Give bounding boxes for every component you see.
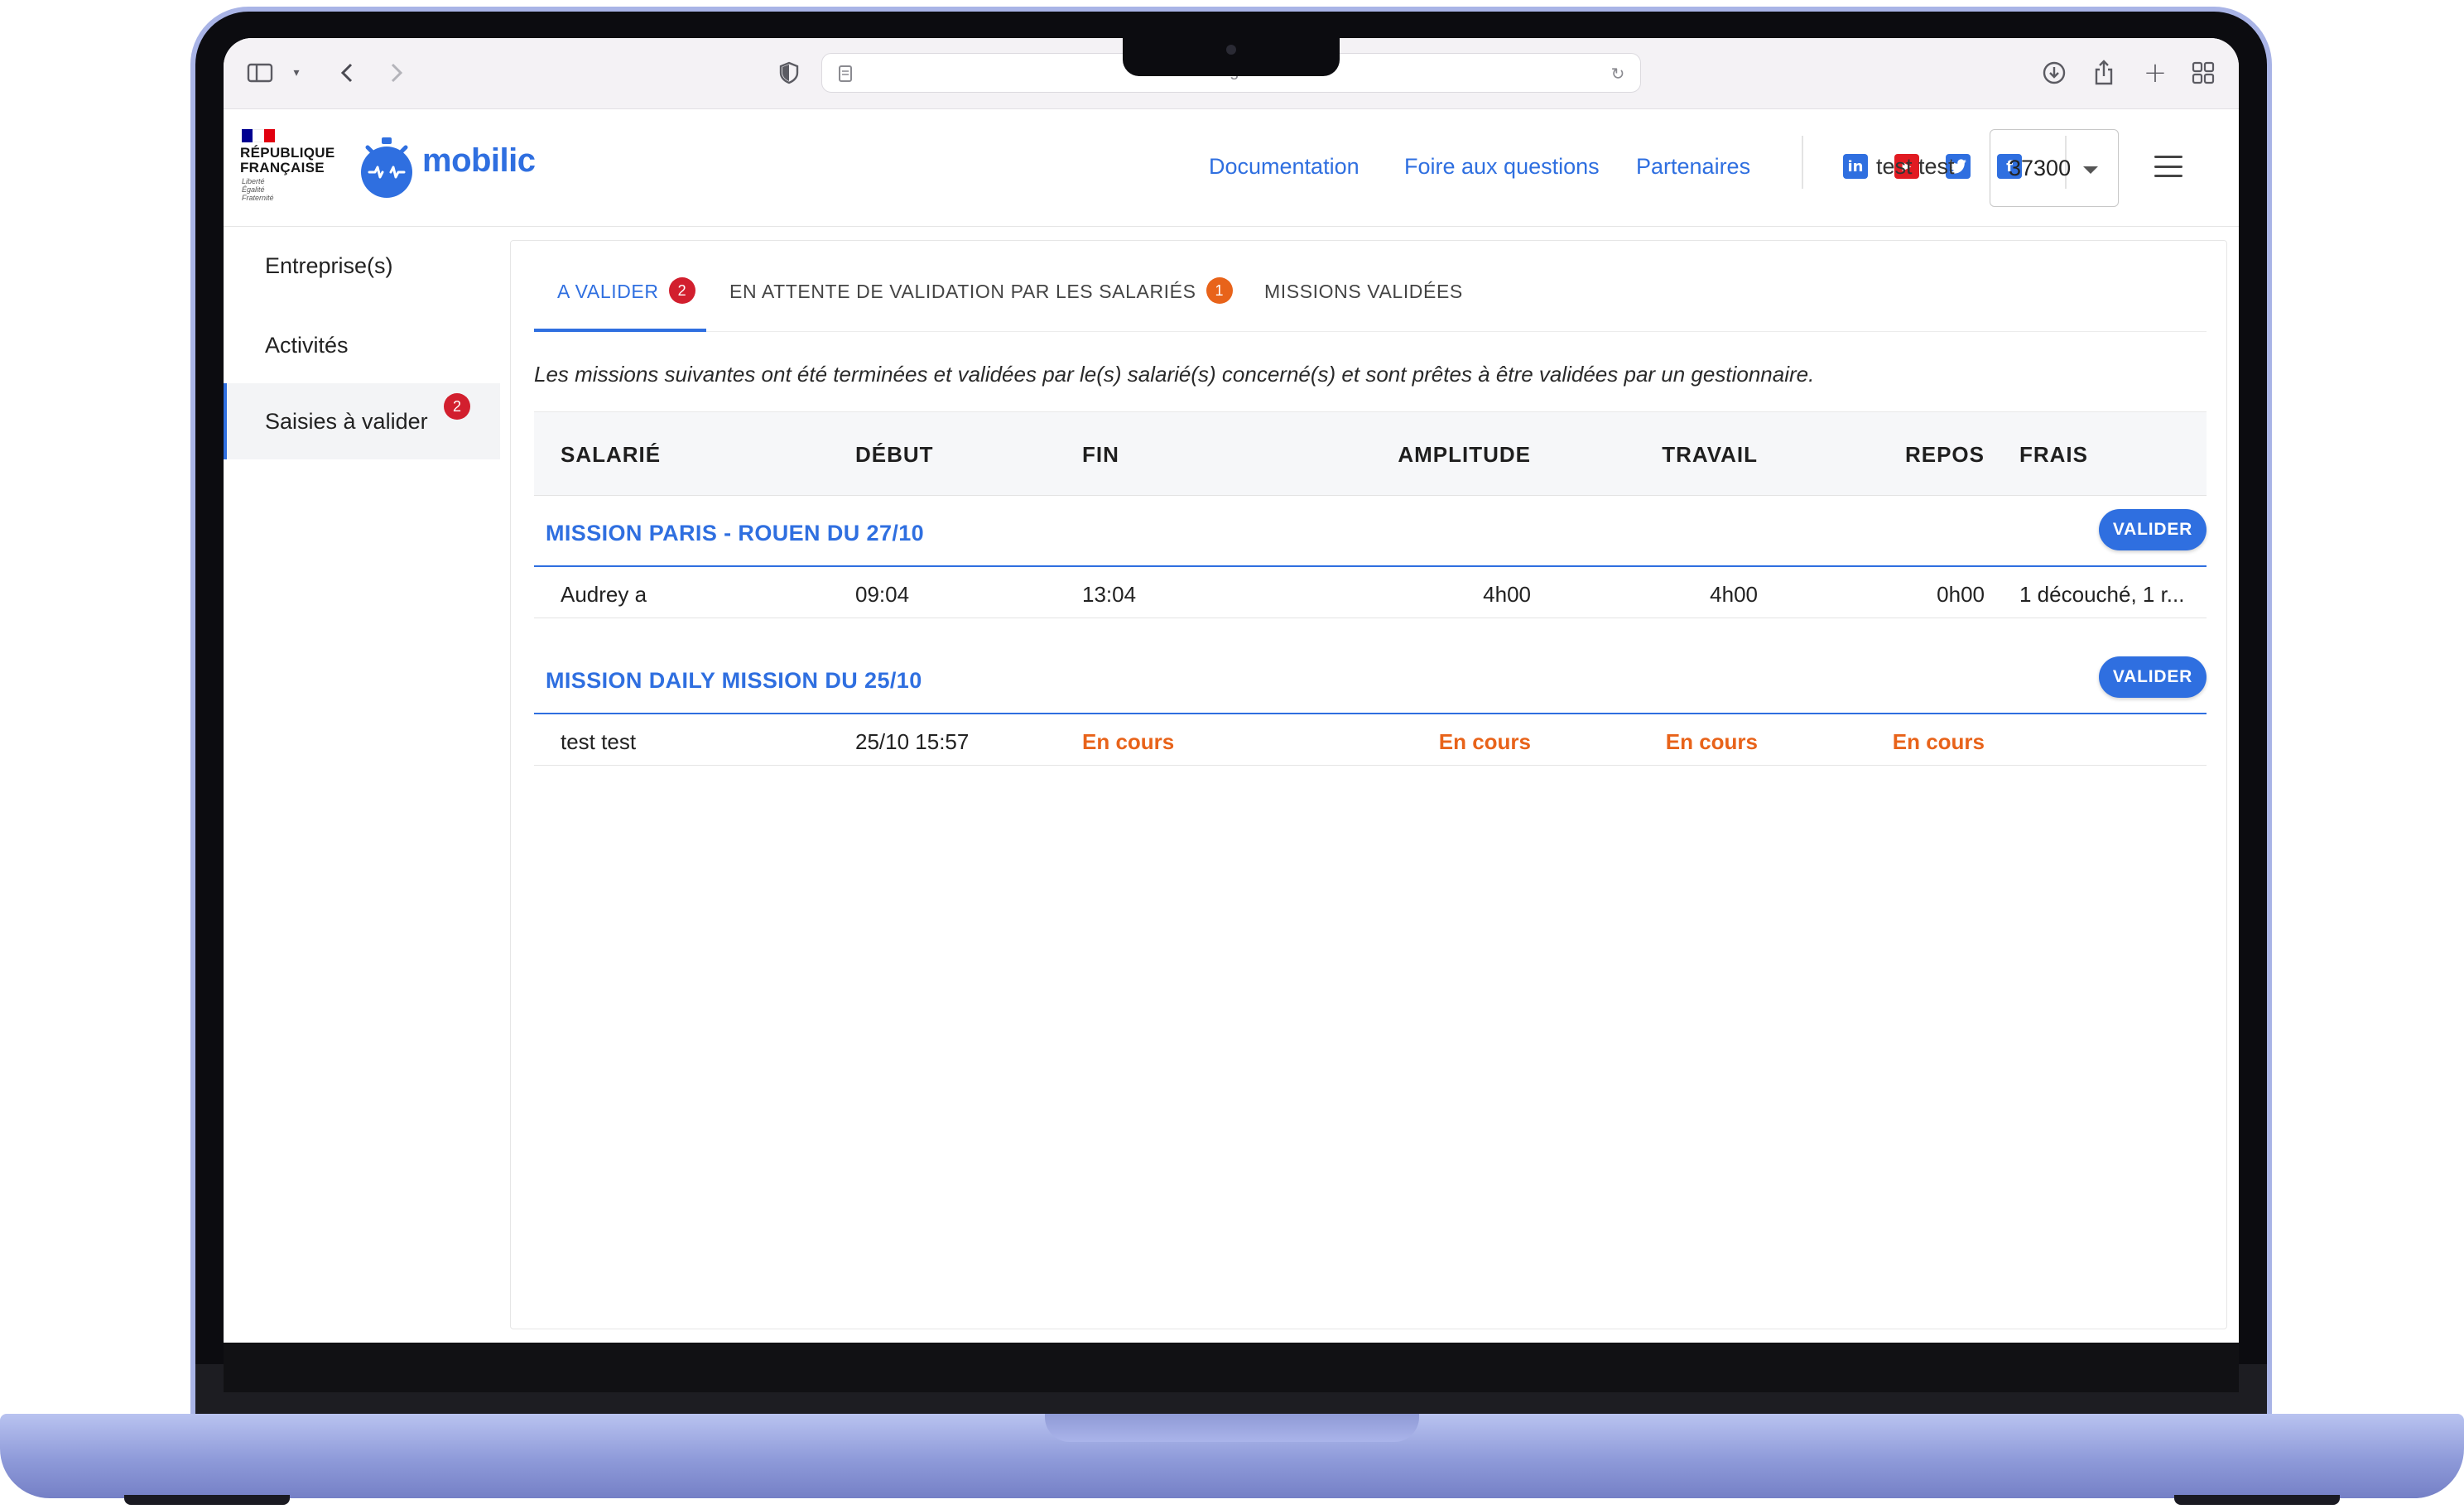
forward-icon[interactable] [384, 56, 409, 89]
sidebar-item-saisies-a-valider[interactable]: Saisies à valider 2 [224, 383, 500, 459]
republique-francaise-logo[interactable]: RÉPUBLIQUE FRANÇAISE [240, 146, 334, 175]
divider [1802, 136, 1803, 189]
app-name[interactable]: mobilic [422, 142, 536, 180]
back-icon[interactable] [334, 56, 359, 89]
cell-travail: 4h00 [1710, 582, 1758, 607]
cell-salarie: test test [561, 729, 637, 754]
cell-fin: En cours [1082, 729, 1175, 754]
rf-motto-line: Égalité [242, 185, 265, 194]
cell-fin: 13:04 [1082, 582, 1137, 607]
active-tab-indicator [534, 329, 706, 332]
count-badge: 1 [1206, 277, 1233, 304]
laptop-foot [124, 1495, 290, 1505]
share-icon[interactable] [2090, 56, 2118, 89]
nav-documentation[interactable]: Documentation [1209, 154, 1360, 180]
mission-group-header: MISSION DAILY MISSION DU 25/10 VALIDER [534, 645, 2207, 714]
column-header[interactable]: FIN [1082, 442, 1119, 468]
cell-debut: 09:04 [855, 582, 910, 607]
cell-salarie: Audrey a [561, 582, 647, 607]
tab-label: EN ATTENTE DE VALIDATION PAR LES SALARIÉ… [729, 281, 1196, 302]
sidebar-toggle-icon[interactable] [245, 56, 275, 89]
cell-amplitude: 4h00 [1483, 582, 1531, 607]
company-select[interactable]: 37300 [1990, 129, 2119, 207]
column-header[interactable]: SALARIÉ [561, 442, 661, 468]
marianne-flag-icon [242, 129, 275, 142]
laptop-foot [2174, 1495, 2340, 1505]
column-header[interactable]: DÉBUT [855, 442, 934, 468]
count-badge: 2 [668, 277, 695, 304]
valider-button[interactable]: VALIDER [2099, 509, 2207, 550]
valider-button[interactable]: VALIDER [2099, 656, 2207, 698]
mission-title[interactable]: MISSION DAILY MISSION DU 25/10 [546, 668, 922, 694]
page-icon [835, 57, 855, 90]
column-header[interactable]: TRAVAIL [1592, 442, 1758, 468]
screen: ▾ mobilic.beta.gouv.fr ↻ + RÉ [224, 38, 2239, 1343]
sidebar-item-entreprises[interactable]: Entreprise(s) [224, 228, 500, 304]
mobilic-logo-icon[interactable] [359, 136, 414, 200]
column-header[interactable]: REPOS [1819, 442, 1985, 468]
sidebar-item-activites[interactable]: Activités [224, 307, 500, 383]
laptop-base-notch [1045, 1414, 1419, 1442]
privacy-shield-icon[interactable] [777, 56, 801, 89]
rf-line: FRANÇAISE [240, 160, 325, 175]
sidebar: Entreprise(s) Activités Saisies à valide… [224, 228, 500, 1343]
cell-travail: En cours [1665, 729, 1758, 754]
menu-icon[interactable] [2154, 156, 2182, 177]
user-name[interactable]: test test [1876, 154, 1955, 180]
mission-title[interactable]: MISSION PARIS - ROUEN DU 27/10 [546, 521, 924, 546]
count-badge: 2 [444, 393, 470, 420]
linkedin-icon[interactable]: in [1843, 154, 1868, 179]
cell-repos: En cours [1892, 729, 1985, 754]
cell-frais: 1 découché, 1 r... [2019, 582, 2185, 607]
tab-label: A VALIDER [557, 281, 659, 302]
reload-icon[interactable]: ↻ [1607, 57, 1629, 90]
tabs-divider [534, 331, 2207, 332]
tab-en-attente[interactable]: EN ATTENTE DE VALIDATION PAR LES SALARIÉ… [729, 277, 1233, 322]
tab-overview-icon[interactable] [2189, 56, 2217, 89]
tab-label: MISSIONS VALIDÉES [1264, 281, 1463, 302]
sidebar-item-label: Saisies à valider [265, 408, 428, 434]
chevron-down-icon[interactable]: ▾ [288, 56, 305, 89]
column-header[interactable]: FRAIS [2019, 442, 2088, 468]
column-header[interactable]: AMPLITUDE [1365, 442, 1531, 468]
sidebar-item-label: Activités [265, 332, 349, 358]
company-select-value: 37300 [2009, 155, 2072, 180]
tab-missions-validees[interactable]: MISSIONS VALIDÉES [1264, 281, 1463, 322]
cell-amplitude: En cours [1438, 729, 1531, 754]
laptop-bezel-bottom [224, 1343, 2239, 1392]
rf-motto-line: Fraternité [242, 194, 274, 202]
cell-debut: 25/10 15:57 [855, 729, 970, 754]
rf-motto: Liberté Égalité Fraternité [242, 177, 274, 202]
table-header: SALARIÉ DÉBUT FIN AMPLITUDE TRAVAIL REPO… [534, 411, 2207, 496]
table-row[interactable]: Audrey a 09:04 13:04 4h00 4h00 0h00 1 dé… [534, 569, 2207, 618]
tab-a-valider[interactable]: A VALIDER 2 [557, 277, 695, 322]
new-tab-icon[interactable]: + [2141, 56, 2169, 89]
rf-motto-line: Liberté [242, 177, 265, 185]
nav-partenaires[interactable]: Partenaires [1636, 154, 1750, 180]
table-row[interactable]: test test 25/10 15:57 En cours En cours … [534, 716, 2207, 766]
sidebar-item-label: Entreprise(s) [265, 252, 393, 278]
camera-icon [1226, 45, 1236, 55]
main-panel: A VALIDER 2 EN ATTENTE DE VALIDATION PAR… [510, 240, 2227, 1329]
nav-faq[interactable]: Foire aux questions [1404, 154, 1600, 180]
browser-toolbar: ▾ mobilic.beta.gouv.fr ↻ + [224, 38, 2239, 109]
intro-text: Les missions suivantes ont été terminées… [534, 362, 1815, 387]
download-icon[interactable] [2040, 56, 2068, 89]
mission-group-header: MISSION PARIS - ROUEN DU 27/10 VALIDER [534, 497, 2207, 567]
cell-repos: 0h00 [1937, 582, 1985, 607]
caret-down-icon [2083, 166, 2098, 174]
camera-notch [1123, 38, 1340, 76]
rf-line: RÉPUBLIQUE [240, 145, 335, 161]
